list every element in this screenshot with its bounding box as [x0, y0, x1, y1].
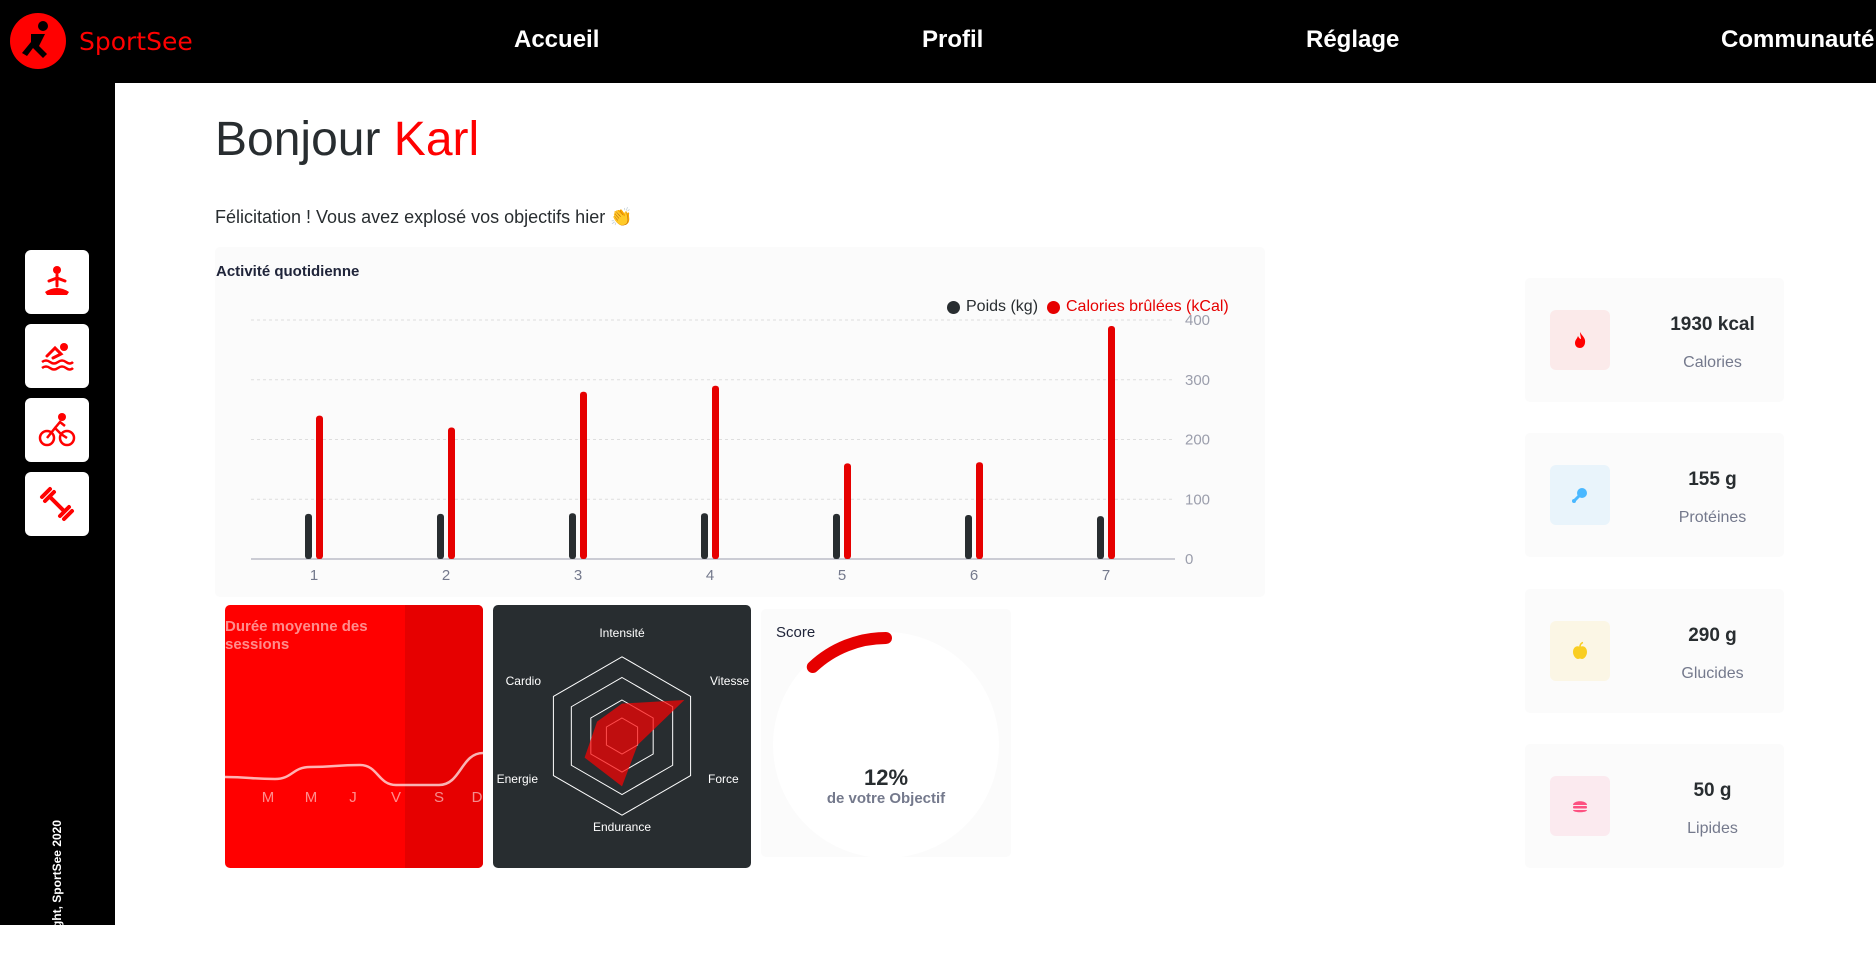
user-first-name: Karl [393, 113, 480, 166]
stat-icon-box [1550, 621, 1610, 681]
activity-bar-chart: 0 100 200 300 400 1 2 3 4 5 6 7 [251, 312, 1210, 584]
nav-link-accueil[interactable]: Accueil [514, 26, 599, 54]
logo[interactable]: SportSee [9, 12, 193, 70]
x-tick-label: 2 [442, 567, 450, 584]
sidebar-item-cycling[interactable] [25, 398, 89, 462]
y-tick-label: 200 [1185, 432, 1210, 449]
day-label: D [472, 789, 483, 806]
stat-value-lipids: 50 g [1693, 780, 1732, 801]
weight-bar [833, 513, 840, 559]
yoga-icon [45, 266, 69, 295]
session-duration-title: Durée moyenne des sessions [225, 618, 368, 653]
y-tick-label: 400 [1185, 312, 1210, 329]
y-tick-label: 300 [1185, 372, 1210, 389]
nav-link-profil[interactable]: Profil [922, 26, 983, 54]
swimming-icon [41, 343, 74, 371]
weight-bar [437, 513, 444, 559]
x-tick-label: 3 [574, 567, 582, 584]
radar-label: Force [708, 772, 739, 786]
day-label: S [434, 789, 444, 806]
day-label: J [349, 789, 357, 806]
stat-icon-box [1550, 776, 1610, 836]
weight-bar [305, 513, 312, 559]
stat-icon-box [1550, 310, 1610, 370]
stat-card-lipids: 50 g Lipides [1525, 744, 1784, 868]
stat-label-carbs: Glucides [1681, 665, 1744, 682]
x-tick-label: 6 [970, 567, 978, 584]
stat-card-proteins: 155 g Protéines [1525, 433, 1784, 557]
x-tick-label: 1 [310, 567, 318, 584]
score-card: Score 12% de votre Objectif [761, 609, 1011, 857]
x-tick-label: 5 [838, 567, 846, 584]
greeting-word: Bonjour [215, 113, 381, 166]
stat-value-calories: 1930 kcal [1670, 314, 1755, 335]
performance-radar-card: Intensité Vitesse Force Endurance Energie Car… [493, 605, 751, 868]
weight-bar [569, 513, 576, 559]
calorie-bar [1108, 325, 1115, 559]
radar-label: Endurance [593, 820, 651, 834]
performance-radar-chart: Intensité Vitesse Force Endurance Energie Car… [497, 626, 750, 834]
stat-label-proteins: Protéines [1678, 509, 1747, 526]
calorie-bar [712, 385, 719, 559]
calorie-bar [580, 391, 587, 559]
y-tick-label: 100 [1185, 491, 1210, 508]
sidebar-item-swimming[interactable] [25, 324, 89, 388]
nav-link-communaute[interactable]: Communauté [1721, 26, 1874, 54]
stat-card-calories: 1930 kcal Calories [1525, 278, 1784, 402]
calorie-bar [976, 462, 983, 559]
day-label: M [262, 789, 275, 806]
stat-icon-box [1550, 465, 1610, 525]
score-percent: 12% [863, 765, 909, 790]
weight-bar [1097, 516, 1104, 559]
top-navbar: SportSee Accueil Profil Réglage Communau… [0, 0, 1876, 83]
x-tick-label: 7 [1102, 567, 1110, 584]
apple-icon [1573, 641, 1587, 659]
burger-icon [1573, 801, 1587, 813]
score-radial-chart [773, 632, 999, 857]
stat-value-carbs: 290 g [1688, 625, 1737, 646]
stat-label-lipids: Lipides [1687, 820, 1738, 837]
radar-label: Intensité [599, 626, 645, 640]
brand-name: SportSee [79, 26, 193, 56]
score-subtitle: de votre Objectif [826, 790, 946, 807]
day-label: M [305, 789, 318, 806]
stat-value-proteins: 155 g [1688, 469, 1737, 490]
daily-activity-card: Activité quotidienne Poids (kg) Calories… [215, 247, 1265, 597]
cycling-icon [38, 413, 76, 447]
calorie-bar [844, 463, 851, 559]
sidebar-item-weights[interactable] [25, 472, 89, 536]
runner-logo-icon [10, 13, 66, 69]
day-label: V [391, 789, 401, 806]
sidebar-item-yoga[interactable] [25, 250, 89, 314]
page-title: Bonjour Karl [215, 112, 479, 167]
highlight-band [405, 605, 483, 868]
calorie-bar [448, 427, 455, 559]
flame-icon [1575, 332, 1586, 348]
radar-label: Vitesse [710, 674, 749, 688]
sidebar: Copyright, SportSee 2020 [0, 83, 115, 966]
copyright-text: Copyright, SportSee 2020 [50, 819, 64, 966]
nav-link-reglage[interactable]: Réglage [1306, 26, 1399, 54]
dumbbell-icon [40, 487, 74, 521]
weight-bar [965, 514, 972, 559]
session-duration-card: M M J V S D Durée moyenne des sessions [225, 605, 483, 868]
congrats-message: Félicitation ! Vous avez explosé vos obj… [215, 207, 633, 227]
stat-card-carbs: 290 g Glucides [1525, 589, 1784, 713]
radar-label: Energie [497, 772, 539, 786]
x-tick-label: 4 [706, 567, 714, 584]
chicken-leg-icon [1572, 488, 1587, 503]
y-tick-label: 0 [1185, 551, 1193, 568]
calorie-bar [316, 415, 323, 559]
stat-label-calories: Calories [1683, 354, 1742, 371]
weight-bar [701, 513, 708, 559]
radar-label: Cardio [506, 674, 542, 688]
